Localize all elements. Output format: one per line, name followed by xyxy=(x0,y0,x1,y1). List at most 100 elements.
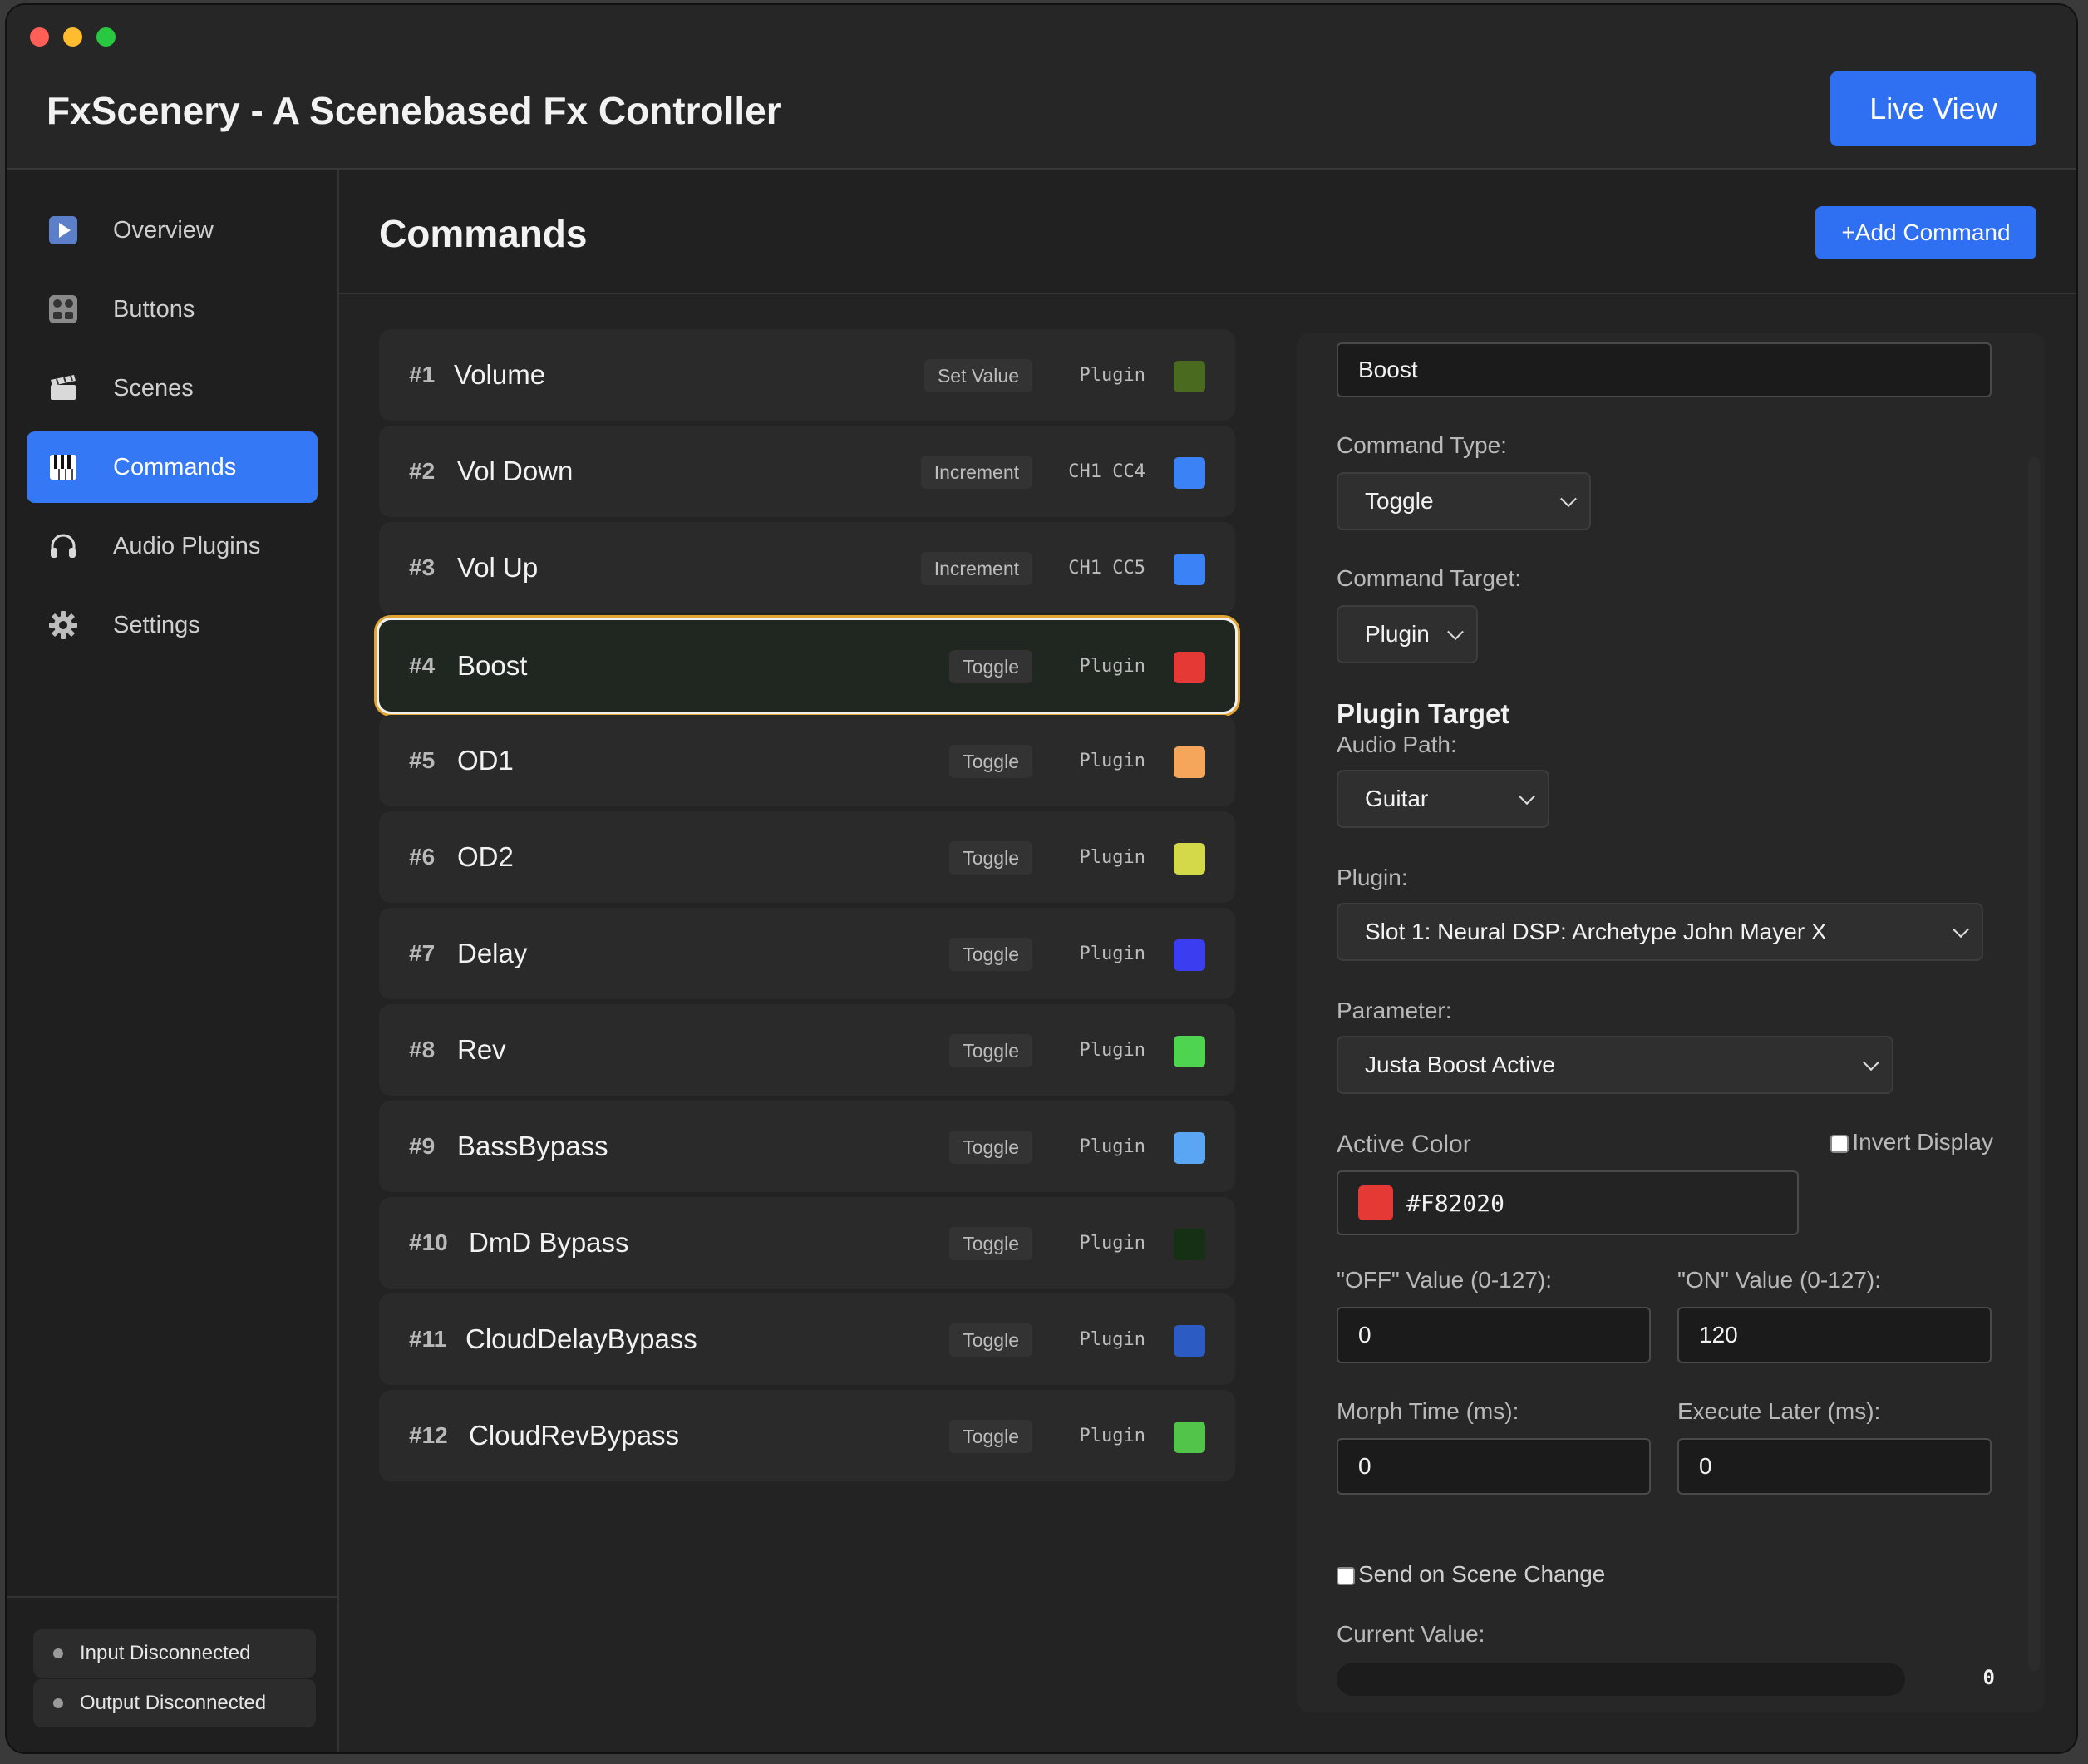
command-target-select[interactable]: Plugin xyxy=(1337,605,1478,663)
morph-time-value: 0 xyxy=(1358,1453,1371,1479)
sidebar-item-audio-plugins[interactable]: Audio Plugins xyxy=(27,510,318,582)
command-row-2[interactable]: #2 Vol Down Increment CH1 CC4 xyxy=(379,426,1235,517)
sidebar-item-buttons[interactable]: Buttons xyxy=(27,273,318,345)
command-row-3[interactable]: #3 Vol Up Increment CH1 CC5 xyxy=(379,522,1235,613)
editor-scrollbar[interactable] xyxy=(2028,457,2040,1671)
command-type-badge: Toggle xyxy=(949,938,1032,971)
command-number: #8 xyxy=(409,1037,436,1062)
minimize-window-button[interactable] xyxy=(63,27,82,47)
command-name: BassBypass xyxy=(457,1131,608,1161)
command-type-select[interactable]: Toggle xyxy=(1337,472,1591,530)
input-status: Input Disconnected xyxy=(33,1629,316,1678)
sidebar-divider xyxy=(7,1596,337,1598)
command-number: #12 xyxy=(409,1422,448,1448)
command-number: #3 xyxy=(409,554,436,580)
command-target: Plugin xyxy=(1079,656,1145,677)
chevron-down-icon xyxy=(1560,490,1577,508)
sidebar-item-label: Overview xyxy=(113,216,214,244)
current-value-bar xyxy=(1337,1663,1905,1696)
command-row-10[interactable]: #10 DmD Bypass Toggle Plugin xyxy=(379,1197,1235,1289)
command-color-swatch xyxy=(1174,652,1205,683)
command-row-5[interactable]: #5 OD1 Toggle Plugin xyxy=(379,715,1235,806)
plugin-label: Plugin: xyxy=(1337,865,1408,890)
sidebar: Overview Buttons Scenes Commands Audio P… xyxy=(7,170,339,1752)
on-value-input[interactable]: 120 xyxy=(1677,1307,1992,1363)
audio-path-label: Audio Path: xyxy=(1337,732,1457,757)
audio-path-select[interactable]: Guitar xyxy=(1337,770,1549,828)
command-type-badge: Toggle xyxy=(949,841,1032,875)
chevron-down-icon xyxy=(1863,1054,1879,1072)
command-type-badge: Increment xyxy=(920,552,1032,585)
active-color-swatch[interactable] xyxy=(1358,1185,1393,1220)
status-dot xyxy=(53,1648,63,1658)
command-row-6[interactable]: #6 OD2 Toggle Plugin xyxy=(379,811,1235,903)
parameter-label: Parameter: xyxy=(1337,998,1452,1023)
sidebar-item-scenes[interactable]: Scenes xyxy=(27,352,318,424)
command-row-8[interactable]: #8 Rev Toggle Plugin xyxy=(379,1004,1235,1096)
gear-icon xyxy=(47,609,80,642)
active-color-input[interactable]: #F82020 xyxy=(1337,1170,1799,1235)
off-value-input[interactable]: 0 xyxy=(1337,1307,1651,1363)
command-name: OD1 xyxy=(457,745,514,776)
command-target: Plugin xyxy=(1079,1329,1145,1350)
sidebar-item-label: Commands xyxy=(113,453,237,480)
command-target-label: Command Target: xyxy=(1337,565,1522,591)
command-row-1[interactable]: #1 Volume Set Value Plugin xyxy=(379,329,1235,421)
main-header: Commands +Add Command xyxy=(339,170,2076,294)
sidebar-item-overview[interactable]: Overview xyxy=(27,195,318,266)
audio-path-value: Guitar xyxy=(1365,786,1429,811)
plugin-target-title: Plugin Target xyxy=(1337,698,1510,729)
command-name: DmD Bypass xyxy=(469,1227,629,1258)
sidebar-item-label: Scenes xyxy=(113,374,194,402)
command-name: CloudRevBypass xyxy=(469,1420,680,1451)
command-type-badge: Toggle xyxy=(949,650,1032,683)
parameter-select[interactable]: Justa Boost Active xyxy=(1337,1036,1893,1094)
command-name: Vol Down xyxy=(457,456,574,486)
command-color-swatch xyxy=(1174,939,1205,971)
command-number: #9 xyxy=(409,1133,436,1159)
execute-later-value: 0 xyxy=(1699,1453,1712,1479)
send-on-scene-change-toggle[interactable]: Send on Scene Change xyxy=(1337,1561,1605,1588)
command-target: Plugin xyxy=(1079,1136,1145,1157)
sidebar-item-commands[interactable]: Commands xyxy=(27,431,318,503)
send-on-scene-change-checkbox[interactable] xyxy=(1337,1566,1355,1585)
command-row-11[interactable]: #11 CloudDelayBypass Toggle Plugin xyxy=(379,1293,1235,1385)
morph-time-input[interactable]: 0 xyxy=(1337,1438,1651,1495)
live-view-button[interactable]: Live View xyxy=(1830,71,2036,146)
command-number: #10 xyxy=(409,1229,448,1255)
command-name-input[interactable]: Boost xyxy=(1337,342,1992,397)
invert-display-toggle[interactable]: Invert Display xyxy=(1830,1129,1993,1155)
sidebar-item-settings[interactable]: Settings xyxy=(27,589,318,661)
command-target: Plugin xyxy=(1079,1426,1145,1446)
command-color-swatch xyxy=(1174,746,1205,778)
sidebar-item-label: Buttons xyxy=(113,295,195,323)
command-color-swatch xyxy=(1174,1036,1205,1067)
command-type-value: Toggle xyxy=(1365,488,1434,514)
invert-display-checkbox[interactable] xyxy=(1830,1134,1849,1153)
maximize-window-button[interactable] xyxy=(96,27,116,47)
active-color-value: #F82020 xyxy=(1406,1189,1505,1217)
plugin-select[interactable]: Slot 1: Neural DSP: Archetype John Mayer… xyxy=(1337,903,1983,961)
off-value-label: "OFF" Value (0-127): xyxy=(1337,1267,1552,1293)
command-row-7[interactable]: #7 Delay Toggle Plugin xyxy=(379,908,1235,999)
command-row-9[interactable]: #9 BassBypass Toggle Plugin xyxy=(379,1101,1235,1192)
close-window-button[interactable] xyxy=(30,27,49,47)
command-name: Boost xyxy=(457,650,528,681)
execute-later-input[interactable]: 0 xyxy=(1677,1438,1992,1495)
command-number: #2 xyxy=(409,458,436,484)
command-number: #4 xyxy=(409,653,436,678)
morph-time-label: Morph Time (ms): xyxy=(1337,1398,1519,1424)
parameter-value: Justa Boost Active xyxy=(1365,1052,1555,1077)
command-color-swatch xyxy=(1174,1325,1205,1357)
command-type-label: Command Type: xyxy=(1337,432,1507,458)
command-target: CH1 CC5 xyxy=(1068,558,1145,579)
command-number: #5 xyxy=(409,747,436,773)
command-row-12[interactable]: #12 CloudRevBypass Toggle Plugin xyxy=(379,1390,1235,1481)
command-row-4[interactable]: #4 Boost Toggle Plugin xyxy=(379,620,1235,712)
command-color-swatch xyxy=(1174,1132,1205,1164)
status-dot xyxy=(53,1698,63,1708)
add-command-button[interactable]: +Add Command xyxy=(1815,206,2036,259)
command-target: Plugin xyxy=(1079,365,1145,386)
execute-later-label: Execute Later (ms): xyxy=(1677,1398,1881,1424)
command-number: #6 xyxy=(409,844,436,870)
